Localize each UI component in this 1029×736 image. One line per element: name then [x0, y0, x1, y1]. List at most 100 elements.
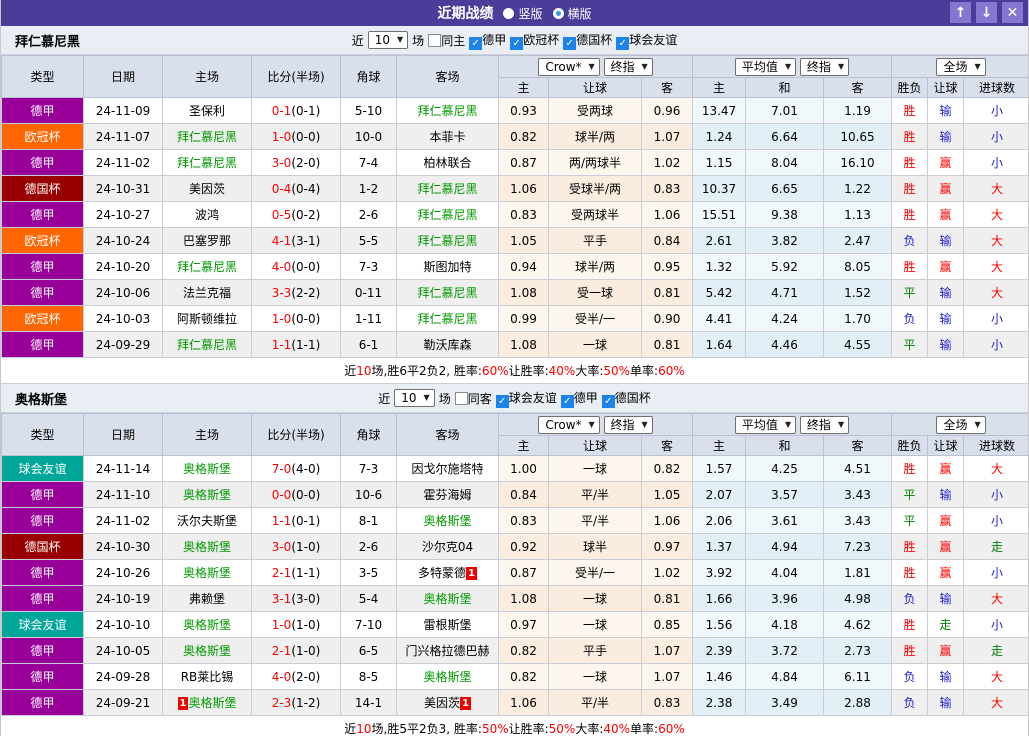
move-up-button[interactable]: ↑ — [950, 2, 971, 23]
page-title: 近期战绩 — [437, 6, 494, 22]
select-value: 全场 — [943, 59, 968, 74]
cell-crow-home: 0.82 — [498, 663, 549, 690]
league-checkbox-1[interactable]: ✓ — [510, 36, 524, 50]
cell-crow-home: 0.83 — [498, 201, 549, 228]
cell-avg-home: 2.07 — [692, 481, 747, 508]
avg-odds-type-select[interactable]: 终指 ▼ — [799, 415, 850, 434]
away-team-name: 柏林联合 — [423, 156, 472, 170]
home-team-name: 巴塞罗那 — [182, 234, 231, 248]
crow-odds-type-select[interactable]: 终指 ▼ — [603, 415, 653, 434]
cell-result-goals: 大 — [963, 455, 1028, 482]
cell-crow-handicap: 平/半 — [548, 481, 642, 508]
cell-avg-home: 1.15 — [692, 149, 747, 176]
cell-avg-draw: 5.92 — [745, 253, 825, 280]
league-checkbox-2[interactable]: ✓ — [563, 36, 577, 50]
column-header: 客场 — [396, 413, 499, 456]
crow-company-select[interactable]: Crow* ▼ — [538, 57, 600, 76]
summary-segment: 场,胜5平2负3, 胜率: — [371, 722, 482, 736]
match-row: 欧冠杯 24-10-03 阿斯顿维拉 1-0(0-0) 1-11 拜仁慕尼黑 0.99 受半/… — [1, 305, 1028, 332]
cell-result-outcome: 胜 — [891, 533, 929, 560]
cell-crow-away: 0.81 — [640, 331, 694, 358]
league-badge: 德甲 — [1, 585, 84, 612]
match-row: 欧冠杯 24-11-07 拜仁慕尼黑 1-0(0-0) 10-0 本菲卡 0.82 球半/两 1… — [1, 123, 1028, 150]
fulltime-select[interactable]: 全场 ▼ — [936, 57, 986, 76]
arrow-up-icon: ↑ — [954, 4, 967, 21]
matches-table: 类型 日期 主场 比分(半场) 角球 客场 Crow* ▼ 终指 ▼ 平均值 ▼ 终指 ▼ 全场 ▼ 主让球… — [1, 413, 1028, 716]
cell-result-handicap: 输 — [927, 305, 965, 332]
avg-odds-type-select[interactable]: 终指 ▼ — [799, 57, 850, 76]
cell-result-handicap: 输 — [927, 279, 965, 306]
title-center: 近期战绩 竖版 横版 — [1, 3, 1028, 23]
cell-avg-away: 4.62 — [823, 611, 893, 638]
cell-avg-away: 16.10 — [823, 149, 893, 176]
cell-away-team: 拜仁慕尼黑 — [396, 175, 499, 202]
away-team-name: 雷根斯堡 — [423, 618, 472, 632]
cell-score: 1-1(0-1) — [251, 507, 341, 534]
home-team-name: RB莱比锡 — [180, 670, 234, 684]
layout-radio-vertical[interactable]: 竖版 — [503, 5, 543, 22]
away-team-name: 沙尔克04 — [421, 540, 474, 554]
same-venue-checkbox[interactable] — [428, 33, 442, 47]
cell-crow-handicap: 一球 — [548, 331, 642, 358]
sub-column-header: 客 — [823, 77, 893, 98]
cell-avg-draw: 9.38 — [745, 201, 825, 228]
cell-avg-away: 2.47 — [823, 227, 893, 254]
cell-date: 24-09-28 — [83, 663, 163, 690]
league-filter-label: 欧冠杯 — [523, 32, 560, 47]
cell-crow-away: 1.02 — [640, 559, 694, 586]
cell-crow-away: 0.96 — [640, 97, 694, 124]
avg-company-select[interactable]: 平均值 ▼ — [734, 57, 797, 76]
cell-avg-draw: 8.04 — [745, 149, 825, 176]
move-down-button[interactable]: ↓ — [976, 2, 997, 23]
cell-avg-home: 13.47 — [692, 97, 747, 124]
summary-segment: 大率: — [575, 722, 604, 736]
same-venue-checkbox[interactable] — [454, 391, 468, 405]
cell-crow-away: 1.06 — [640, 507, 694, 534]
filter-controls: 近 10 ▼ 场同主 ✓ 德甲 ✓ 欧冠杯 ✓ 德国杯 ✓ 球会友谊 — [1, 31, 1028, 50]
cell-crow-handicap: 球半/两 — [548, 253, 642, 280]
cell-home-team: RB莱比锡 — [162, 663, 252, 690]
fulltime-group-header: 全场 ▼ — [891, 413, 1028, 436]
cell-avg-away: 6.11 — [823, 663, 893, 690]
radio-selected-icon — [503, 7, 515, 19]
crow-odds-type-select[interactable]: 终指 ▼ — [603, 57, 653, 76]
league-checkbox-1[interactable]: ✓ — [560, 394, 574, 408]
cell-crow-away: 0.97 — [640, 533, 694, 560]
games-count-select[interactable]: 10 ▼ — [394, 389, 435, 407]
cell-avg-home: 2.39 — [692, 637, 747, 664]
match-row: 德甲 24-11-09 圣保利 0-1(0-1) 5-10 拜仁慕尼黑 0.93 受两球 0.9… — [1, 97, 1028, 124]
games-count-select[interactable]: 10 ▼ — [367, 31, 409, 49]
league-checkbox-0[interactable]: ✓ — [469, 36, 483, 50]
cell-date: 24-10-19 — [83, 585, 163, 612]
fulltime-select[interactable]: 全场 ▼ — [936, 415, 986, 434]
cell-crow-home: 1.08 — [498, 331, 549, 358]
match-row: 德甲 24-10-05 奥格斯堡 2-1(1-0) 6-5 门兴格拉德巴赫 0.82 平手 1.… — [1, 637, 1028, 664]
league-badge: 德甲 — [1, 253, 84, 280]
cell-avg-draw: 3.82 — [745, 227, 825, 254]
league-checkbox-2[interactable]: ✓ — [601, 394, 615, 408]
league-checkbox-3[interactable]: ✓ — [616, 36, 630, 50]
layout-radio-horizontal[interactable]: 横版 — [552, 5, 592, 22]
header-group-row: 类型 日期 主场 比分(半场) 角球 客场 Crow* ▼ 终指 ▼ 平均值 ▼ 终指 ▼ 全场 ▼ — [1, 55, 1028, 98]
league-filter-option: ✓ 球会友谊 — [495, 389, 557, 408]
cell-result-goals: 大 — [963, 585, 1028, 612]
cell-score: 4-0(2-0) — [251, 663, 341, 690]
avg-company-select[interactable]: 平均值 ▼ — [734, 415, 797, 434]
cell-score: 0-5(0-2) — [251, 201, 341, 228]
cell-away-team: 多特蒙德 1 — [396, 559, 499, 586]
crow-company-select[interactable]: Crow* ▼ — [538, 415, 600, 434]
cell-avg-away: 1.81 — [823, 559, 893, 586]
team-name: 拜仁慕尼黑 — [15, 34, 81, 50]
cell-crow-handicap: 一球 — [548, 585, 642, 612]
fulltime-score: 2-1 — [271, 565, 292, 580]
away-team-name: 门兴格拉德巴赫 — [405, 644, 490, 658]
close-button[interactable]: ✕ — [1002, 2, 1023, 23]
cell-result-outcome: 胜 — [891, 201, 929, 228]
league-checkbox-0[interactable]: ✓ — [495, 394, 509, 408]
cell-corners: 1-11 — [340, 305, 397, 332]
team-name: 奥格斯堡 — [15, 392, 68, 408]
cell-result-outcome: 负 — [891, 663, 929, 690]
select-value: 平均值 — [741, 59, 778, 74]
cell-date: 24-10-20 — [83, 253, 163, 280]
match-row: 德甲 24-11-02 沃尔夫斯堡 1-1(0-1) 8-1 奥格斯堡 0.83 平/半 1.0… — [1, 507, 1028, 534]
